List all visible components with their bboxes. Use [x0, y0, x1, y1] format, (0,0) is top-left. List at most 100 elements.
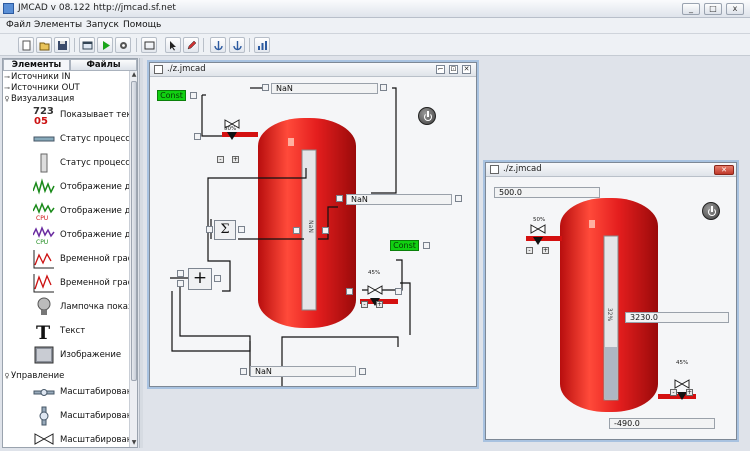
properties-icon[interactable] — [79, 37, 95, 53]
list-item[interactable]: CPU Отображение дан — [33, 200, 129, 222]
anchor2-icon[interactable] — [229, 37, 245, 53]
maximize-button[interactable]: □ — [704, 3, 722, 15]
port[interactable] — [346, 288, 353, 295]
runtime-window-title-bar[interactable]: ./z.jmcad ✕ — [486, 163, 736, 177]
port[interactable] — [214, 275, 221, 282]
port[interactable] — [238, 226, 245, 233]
list-item[interactable]: Масштабирование — [33, 429, 129, 447]
list-item[interactable]: Лампочка показы — [33, 296, 129, 318]
valve2-increase-button[interactable]: + — [686, 389, 693, 396]
port[interactable] — [293, 227, 300, 234]
valve2-decrease-button[interactable]: - — [361, 301, 368, 308]
valve1-decrease-button[interactable]: - — [217, 156, 224, 163]
menu-help[interactable]: Помощь — [123, 20, 161, 30]
port[interactable] — [190, 92, 197, 99]
port[interactable] — [380, 84, 387, 91]
tree-group-label: Управление — [11, 371, 65, 381]
valve1-increase-button[interactable]: + — [232, 156, 239, 163]
minimize-button[interactable]: _ — [682, 3, 700, 15]
wave-chart-icon — [33, 178, 55, 195]
list-item-label: Масштабирование — [60, 387, 129, 397]
const-block-2[interactable]: Const — [390, 240, 419, 251]
editor-window-title-bar[interactable]: ./z.jmcad ⌐ ⊡ ✕ — [150, 63, 476, 77]
port[interactable] — [262, 84, 269, 91]
power-button-icon[interactable] — [418, 107, 436, 125]
tree-group-outputs[interactable]: ⊸Источники OUT — [3, 83, 80, 94]
svg-text:CPU: CPU — [36, 239, 48, 245]
tree-scrollbar[interactable]: ▲ ▼ — [129, 71, 137, 447]
list-item[interactable]: Масштабирование — [33, 405, 129, 427]
list-item[interactable]: Отображение дан — [33, 176, 129, 198]
new-file-icon[interactable] — [18, 37, 34, 53]
scroll-thumb[interactable] — [131, 81, 137, 381]
list-item[interactable]: Масштабирование — [33, 381, 129, 403]
tab-elements[interactable]: Элементы — [3, 59, 70, 71]
tree-group-inputs[interactable]: ⊸Источники IN — [3, 72, 70, 83]
tank-highlight — [589, 220, 595, 228]
list-item-label: Статус процесса — [60, 134, 129, 144]
port[interactable] — [206, 226, 213, 233]
list-item[interactable]: Временной графи — [33, 248, 129, 270]
svg-text:05: 05 — [34, 116, 48, 125]
settings-gear-icon[interactable] — [115, 37, 131, 53]
menu-file[interactable]: Файл — [6, 20, 31, 30]
image-icon — [34, 346, 54, 364]
valve1-decrease-button[interactable]: - — [526, 247, 533, 254]
valve1-increase-button[interactable]: + — [542, 247, 549, 254]
app-icon — [3, 3, 14, 14]
port[interactable] — [177, 280, 184, 287]
list-item[interactable]: T Текст — [33, 320, 129, 342]
panel-splitter[interactable] — [139, 58, 143, 448]
list-item[interactable]: Изображение — [33, 344, 129, 366]
chart-icon[interactable] — [254, 37, 270, 53]
window-minimize-icon[interactable]: ⌐ — [436, 65, 445, 74]
port[interactable] — [240, 368, 247, 375]
port[interactable] — [359, 368, 366, 375]
document-icon — [490, 165, 499, 174]
runtime-close-button[interactable]: ✕ — [714, 165, 734, 175]
const-block-1[interactable]: Const — [157, 90, 186, 101]
toolbar-separator — [74, 38, 75, 52]
port[interactable] — [322, 227, 329, 234]
valve2-increase-button[interactable]: + — [376, 301, 383, 308]
pencil-icon[interactable] — [183, 37, 199, 53]
anchor-icon[interactable] — [210, 37, 226, 53]
close-button[interactable]: x — [726, 3, 744, 15]
port[interactable] — [455, 195, 462, 202]
document-icon — [154, 65, 163, 74]
frame-icon[interactable] — [141, 37, 157, 53]
tab-files[interactable]: Файлы — [70, 59, 137, 71]
power-button-icon[interactable] — [702, 202, 720, 220]
port[interactable] — [395, 288, 402, 295]
scroll-up-icon[interactable]: ▲ — [130, 71, 138, 79]
cpu-chart-icon: CPU — [33, 201, 55, 221]
port[interactable] — [177, 270, 184, 277]
menu-run[interactable]: Запуск — [86, 20, 119, 30]
run-icon[interactable] — [97, 37, 113, 53]
list-item[interactable]: Статус процесса — [33, 128, 129, 150]
window-restore-icon[interactable]: ⊡ — [449, 65, 458, 74]
valve2-decrease-button[interactable]: - — [670, 389, 677, 396]
save-icon[interactable] — [54, 37, 70, 53]
digits-display-icon: 72305 — [33, 106, 54, 125]
port[interactable] — [423, 242, 430, 249]
editor-window-title: ./z.jmcad — [167, 64, 206, 74]
port[interactable] — [194, 133, 201, 140]
menu-elements[interactable]: Элементы — [34, 20, 82, 30]
list-item[interactable]: 723 05 Показывает теку — [33, 104, 129, 126]
value-field-bottom: NaN — [250, 366, 356, 377]
list-item-label: Показывает теку — [60, 110, 129, 120]
list-item[interactable]: Статус процесса — [33, 152, 129, 174]
pointer-icon[interactable] — [165, 37, 181, 53]
plus-block[interactable]: + — [188, 268, 212, 290]
svg-text:CPU: CPU — [36, 215, 48, 221]
open-folder-icon[interactable] — [36, 37, 52, 53]
list-item[interactable]: Временной графи — [33, 272, 129, 294]
list-item[interactable]: CPU Отображение дан — [33, 224, 129, 246]
scroll-down-icon[interactable]: ▼ — [130, 439, 138, 447]
toolbar-separator — [249, 38, 250, 52]
window-close-icon[interactable]: ✕ — [462, 65, 471, 74]
port[interactable] — [336, 195, 343, 202]
sum-block[interactable]: Σ — [214, 220, 236, 240]
list-item-label: Статус процесса — [60, 158, 129, 168]
